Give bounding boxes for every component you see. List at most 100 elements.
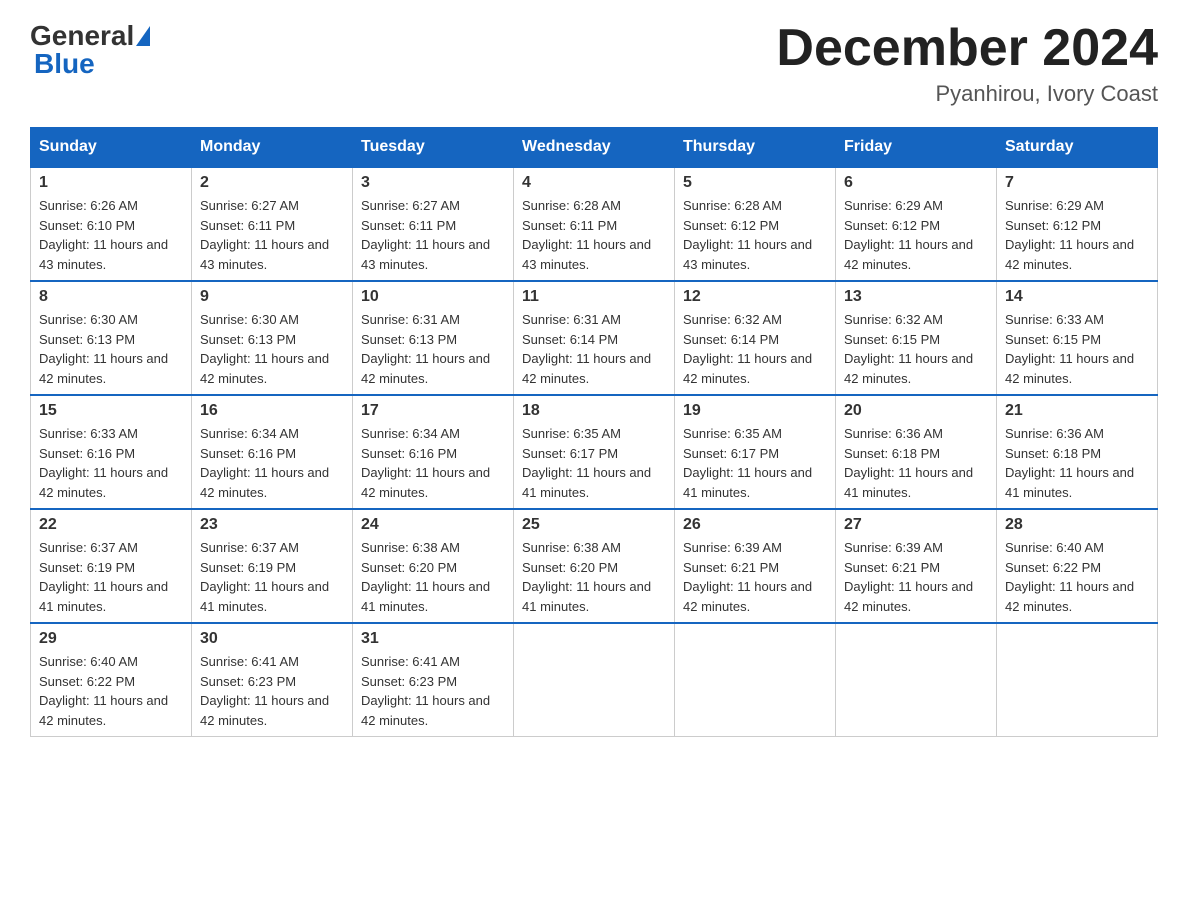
day-info: Sunrise: 6:37 AM Sunset: 6:19 PM Dayligh… [39,538,183,616]
calendar-cell: 13 Sunrise: 6:32 AM Sunset: 6:15 PM Dayl… [836,281,997,395]
day-info: Sunrise: 6:30 AM Sunset: 6:13 PM Dayligh… [200,310,344,388]
calendar-cell: 25 Sunrise: 6:38 AM Sunset: 6:20 PM Dayl… [514,509,675,623]
day-number: 14 [1005,288,1149,306]
calendar-cell: 2 Sunrise: 6:27 AM Sunset: 6:11 PM Dayli… [192,167,353,281]
day-number: 3 [361,174,505,192]
day-number: 2 [200,174,344,192]
header-saturday: Saturday [997,128,1158,168]
day-number: 15 [39,402,183,420]
day-number: 5 [683,174,827,192]
day-info: Sunrise: 6:40 AM Sunset: 6:22 PM Dayligh… [39,652,183,730]
calendar-cell: 14 Sunrise: 6:33 AM Sunset: 6:15 PM Dayl… [997,281,1158,395]
day-number: 4 [522,174,666,192]
calendar-cell: 31 Sunrise: 6:41 AM Sunset: 6:23 PM Dayl… [353,623,514,737]
calendar-week-row: 1 Sunrise: 6:26 AM Sunset: 6:10 PM Dayli… [31,167,1158,281]
day-info: Sunrise: 6:35 AM Sunset: 6:17 PM Dayligh… [683,424,827,502]
calendar-cell [675,623,836,737]
day-info: Sunrise: 6:39 AM Sunset: 6:21 PM Dayligh… [844,538,988,616]
day-number: 11 [522,288,666,306]
calendar-cell: 6 Sunrise: 6:29 AM Sunset: 6:12 PM Dayli… [836,167,997,281]
day-number: 21 [1005,402,1149,420]
month-title: December 2024 [776,20,1158,77]
day-number: 17 [361,402,505,420]
day-info: Sunrise: 6:31 AM Sunset: 6:14 PM Dayligh… [522,310,666,388]
calendar-cell: 29 Sunrise: 6:40 AM Sunset: 6:22 PM Dayl… [31,623,192,737]
calendar-cell: 20 Sunrise: 6:36 AM Sunset: 6:18 PM Dayl… [836,395,997,509]
day-info: Sunrise: 6:27 AM Sunset: 6:11 PM Dayligh… [361,196,505,274]
day-number: 31 [361,630,505,648]
calendar-cell: 16 Sunrise: 6:34 AM Sunset: 6:16 PM Dayl… [192,395,353,509]
header-friday: Friday [836,128,997,168]
day-info: Sunrise: 6:32 AM Sunset: 6:14 PM Dayligh… [683,310,827,388]
day-info: Sunrise: 6:34 AM Sunset: 6:16 PM Dayligh… [200,424,344,502]
day-info: Sunrise: 6:39 AM Sunset: 6:21 PM Dayligh… [683,538,827,616]
day-number: 1 [39,174,183,192]
day-number: 7 [1005,174,1149,192]
day-info: Sunrise: 6:41 AM Sunset: 6:23 PM Dayligh… [200,652,344,730]
logo-blue-text: Blue [34,48,95,79]
day-info: Sunrise: 6:38 AM Sunset: 6:20 PM Dayligh… [361,538,505,616]
calendar-cell: 15 Sunrise: 6:33 AM Sunset: 6:16 PM Dayl… [31,395,192,509]
day-info: Sunrise: 6:33 AM Sunset: 6:15 PM Dayligh… [1005,310,1149,388]
calendar-cell: 26 Sunrise: 6:39 AM Sunset: 6:21 PM Dayl… [675,509,836,623]
day-number: 18 [522,402,666,420]
day-info: Sunrise: 6:30 AM Sunset: 6:13 PM Dayligh… [39,310,183,388]
calendar-table: SundayMondayTuesdayWednesdayThursdayFrid… [30,127,1158,737]
day-number: 22 [39,516,183,534]
calendar-cell: 19 Sunrise: 6:35 AM Sunset: 6:17 PM Dayl… [675,395,836,509]
day-number: 26 [683,516,827,534]
calendar-cell: 4 Sunrise: 6:28 AM Sunset: 6:11 PM Dayli… [514,167,675,281]
logo-triangle-icon [136,26,150,46]
calendar-cell: 28 Sunrise: 6:40 AM Sunset: 6:22 PM Dayl… [997,509,1158,623]
day-info: Sunrise: 6:27 AM Sunset: 6:11 PM Dayligh… [200,196,344,274]
calendar-cell: 30 Sunrise: 6:41 AM Sunset: 6:23 PM Dayl… [192,623,353,737]
day-number: 24 [361,516,505,534]
day-info: Sunrise: 6:33 AM Sunset: 6:16 PM Dayligh… [39,424,183,502]
calendar-cell [997,623,1158,737]
header-monday: Monday [192,128,353,168]
calendar-cell: 8 Sunrise: 6:30 AM Sunset: 6:13 PM Dayli… [31,281,192,395]
day-info: Sunrise: 6:26 AM Sunset: 6:10 PM Dayligh… [39,196,183,274]
calendar-cell [514,623,675,737]
calendar-cell: 27 Sunrise: 6:39 AM Sunset: 6:21 PM Dayl… [836,509,997,623]
day-number: 19 [683,402,827,420]
day-info: Sunrise: 6:36 AM Sunset: 6:18 PM Dayligh… [1005,424,1149,502]
location-subtitle: Pyanhirou, Ivory Coast [776,81,1158,107]
calendar-cell: 1 Sunrise: 6:26 AM Sunset: 6:10 PM Dayli… [31,167,192,281]
day-number: 9 [200,288,344,306]
day-number: 27 [844,516,988,534]
calendar-week-row: 8 Sunrise: 6:30 AM Sunset: 6:13 PM Dayli… [31,281,1158,395]
day-number: 8 [39,288,183,306]
calendar-cell [836,623,997,737]
day-number: 28 [1005,516,1149,534]
day-number: 25 [522,516,666,534]
calendar-cell: 5 Sunrise: 6:28 AM Sunset: 6:12 PM Dayli… [675,167,836,281]
day-info: Sunrise: 6:28 AM Sunset: 6:12 PM Dayligh… [683,196,827,274]
day-number: 29 [39,630,183,648]
calendar-cell: 10 Sunrise: 6:31 AM Sunset: 6:13 PM Dayl… [353,281,514,395]
calendar-week-row: 29 Sunrise: 6:40 AM Sunset: 6:22 PM Dayl… [31,623,1158,737]
calendar-cell: 18 Sunrise: 6:35 AM Sunset: 6:17 PM Dayl… [514,395,675,509]
page-header: General Blue December 2024 Pyanhirou, Iv… [30,20,1158,107]
calendar-week-row: 22 Sunrise: 6:37 AM Sunset: 6:19 PM Dayl… [31,509,1158,623]
day-info: Sunrise: 6:34 AM Sunset: 6:16 PM Dayligh… [361,424,505,502]
day-number: 6 [844,174,988,192]
day-number: 16 [200,402,344,420]
day-number: 10 [361,288,505,306]
calendar-week-row: 15 Sunrise: 6:33 AM Sunset: 6:16 PM Dayl… [31,395,1158,509]
calendar-cell: 12 Sunrise: 6:32 AM Sunset: 6:14 PM Dayl… [675,281,836,395]
day-info: Sunrise: 6:38 AM Sunset: 6:20 PM Dayligh… [522,538,666,616]
header-sunday: Sunday [31,128,192,168]
day-info: Sunrise: 6:29 AM Sunset: 6:12 PM Dayligh… [844,196,988,274]
header-thursday: Thursday [675,128,836,168]
day-info: Sunrise: 6:29 AM Sunset: 6:12 PM Dayligh… [1005,196,1149,274]
day-info: Sunrise: 6:35 AM Sunset: 6:17 PM Dayligh… [522,424,666,502]
day-info: Sunrise: 6:28 AM Sunset: 6:11 PM Dayligh… [522,196,666,274]
calendar-cell: 11 Sunrise: 6:31 AM Sunset: 6:14 PM Dayl… [514,281,675,395]
calendar-cell: 7 Sunrise: 6:29 AM Sunset: 6:12 PM Dayli… [997,167,1158,281]
title-block: December 2024 Pyanhirou, Ivory Coast [776,20,1158,107]
day-info: Sunrise: 6:36 AM Sunset: 6:18 PM Dayligh… [844,424,988,502]
day-info: Sunrise: 6:37 AM Sunset: 6:19 PM Dayligh… [200,538,344,616]
day-number: 13 [844,288,988,306]
calendar-header-row: SundayMondayTuesdayWednesdayThursdayFrid… [31,128,1158,168]
